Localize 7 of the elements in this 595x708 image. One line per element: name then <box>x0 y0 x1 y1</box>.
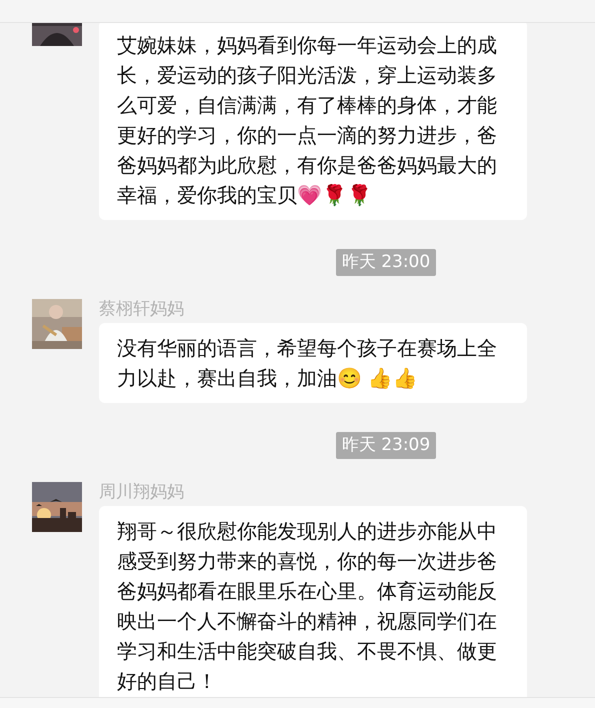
message-text: 没有华丽的语言，希望每个孩子在赛场上全力以赴，赛出自我，加油😊 👍👍 <box>117 338 497 390</box>
timestamp: 昨天 23:09 <box>336 432 436 459</box>
sender-name: 周川翔妈妈 <box>99 482 184 504</box>
timestamp: 昨天 23:00 <box>336 249 436 276</box>
message-text: 艾婉妹妹，妈妈看到你每一年运动会上的成长，爱运动的孩子阳光活泼，穿上运动装多么可爱，自信满满，有了棒棒的身体，才能更好的学习，你的一点一滴的努力进步，爸爸妈妈都为此欣慰，有你是爸爸妈妈最大的幸福，爱你我的宝贝💗🌹🌹 <box>117 35 497 207</box>
sender-name: 蔡栩轩妈妈 <box>99 299 184 321</box>
message-text: 翔哥～很欣慰你能发现别人的进步亦能从中感受到努力带来的喜悦，你的每一次进步爸爸妈妈都看在眼里乐在心里。体育运动能反映出一个人不懈奋斗的精神，祝愿同学们在学习和生活中能突破自我、不畏不惧、做更好的自己！ <box>117 521 497 693</box>
